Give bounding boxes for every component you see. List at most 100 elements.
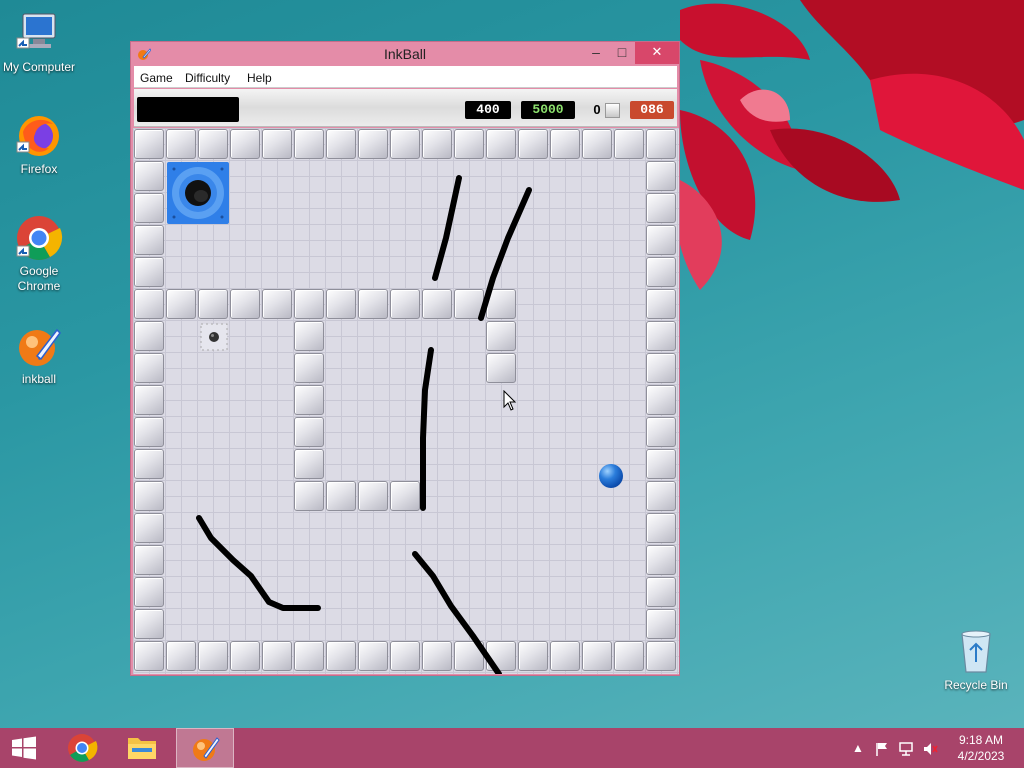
wall-tile (134, 289, 164, 319)
wall-tile (294, 417, 324, 447)
taskbar-chrome[interactable] (58, 728, 106, 768)
wall-tile (646, 609, 676, 639)
wall-tile (486, 289, 516, 319)
wall-tile (134, 257, 164, 287)
wall-tile (614, 129, 644, 159)
wall-tile (646, 577, 676, 607)
inkball-window[interactable]: InkBall – □ ✕ Game Difficulty Help 400 5… (130, 41, 680, 676)
wall-tile (326, 641, 356, 671)
wall-tile (166, 289, 196, 319)
wall-tile (486, 353, 516, 383)
wall-tile (646, 513, 676, 543)
desktop-icon-label: My Computer (2, 60, 76, 74)
recycle-bin-label: Recycle Bin (944, 678, 1008, 692)
wall-tile (422, 641, 452, 671)
wall-tile (134, 609, 164, 639)
wall-tile (326, 129, 356, 159)
wall-tile (518, 129, 548, 159)
speaker-muted-icon[interactable] (922, 741, 938, 760)
chevron-up-icon[interactable]: ▲ (852, 741, 864, 755)
wall-tile (646, 129, 676, 159)
wall-tile (230, 289, 260, 319)
score-display: 400 (465, 101, 511, 119)
clock-time: 9:18 AM (958, 733, 1004, 747)
balls-count: 0 (593, 102, 601, 117)
minimize-button[interactable]: – (583, 42, 609, 64)
menu-help[interactable]: Help (247, 71, 272, 85)
wall-tile (198, 289, 228, 319)
clock-date: 4/2/2023 (957, 749, 1005, 763)
wall-tile (198, 641, 228, 671)
wall-tile (294, 481, 324, 511)
wall-tile (390, 641, 420, 671)
maximize-button[interactable]: □ (609, 42, 635, 64)
wall-tile (646, 417, 676, 447)
desktop-icon-google-chrome[interactable]: Google Chrome (0, 214, 78, 294)
wall-tile (646, 481, 676, 511)
mouse-cursor (503, 390, 517, 411)
wall-tile (486, 321, 516, 351)
wall-tile (134, 385, 164, 415)
wall-tile (646, 225, 676, 255)
score-bar: 400 5000 0 086 (134, 89, 677, 127)
ball-queue-display (137, 97, 239, 122)
wall-tile (134, 161, 164, 191)
firefox-icon (15, 112, 63, 160)
taskbar: ▲ 9:18 AM 4/2/2023 (0, 728, 1024, 768)
wall-tile (134, 449, 164, 479)
wall-tile (646, 353, 676, 383)
taskbar-file-explorer[interactable] (118, 728, 166, 768)
title-bar[interactable]: InkBall – □ ✕ (131, 42, 679, 66)
gray-ball-icon (605, 103, 620, 118)
desktop-icon-label: inkball (21, 372, 57, 386)
wall-tile (294, 353, 324, 383)
wall-tile (518, 641, 548, 671)
desktop-icon-label: Google Chrome (17, 264, 61, 293)
wall-tile (230, 641, 260, 671)
wall-tile (294, 129, 324, 159)
wall-tile (646, 289, 676, 319)
start-button[interactable] (0, 728, 48, 768)
close-button[interactable]: ✕ (635, 42, 679, 64)
wall-tile (358, 641, 388, 671)
wall-tile (262, 129, 292, 159)
desktop-icon-label: Firefox (20, 162, 58, 176)
wall-tile (198, 129, 228, 159)
taskbar-clock[interactable]: 9:18 AM 4/2/2023 (950, 732, 1012, 764)
wall-tile (422, 129, 452, 159)
wall-tile (134, 545, 164, 575)
ink-stroke (420, 347, 434, 511)
wall-tile (486, 129, 516, 159)
wall-tile (134, 193, 164, 223)
wall-tile (646, 385, 676, 415)
menu-difficulty[interactable]: Difficulty (185, 71, 230, 85)
wall-tile (262, 641, 292, 671)
taskbar-inkball[interactable] (176, 728, 234, 768)
wall-tile (646, 161, 676, 191)
desktop-icon-recycle-bin[interactable]: Recycle Bin (940, 628, 1012, 692)
network-icon[interactable] (898, 741, 914, 760)
timer-display: 086 (630, 101, 674, 119)
game-board[interactable] (133, 128, 679, 674)
desktop-icon-inkball[interactable]: inkball (0, 322, 78, 387)
wall-tile (646, 449, 676, 479)
flag-icon[interactable] (874, 741, 890, 760)
gray-spawn-point (199, 322, 229, 352)
wall-tile (294, 385, 324, 415)
desktop-icon-firefox[interactable]: Firefox (0, 112, 78, 177)
wall-tile (326, 289, 356, 319)
wall-tile (166, 129, 196, 159)
desktop-icon-my-computer[interactable]: My Computer (0, 10, 78, 75)
wall-tile (294, 641, 324, 671)
inkball-icon (193, 737, 220, 761)
wall-tile (294, 449, 324, 479)
wall-tile (358, 129, 388, 159)
wall-tile (390, 289, 420, 319)
file-explorer-icon (128, 738, 156, 759)
wall-tile (646, 257, 676, 287)
wall-tile (390, 481, 420, 511)
menu-game[interactable]: Game (140, 71, 173, 85)
wall-tile (294, 321, 324, 351)
wall-tile (358, 481, 388, 511)
wall-tile (582, 641, 612, 671)
